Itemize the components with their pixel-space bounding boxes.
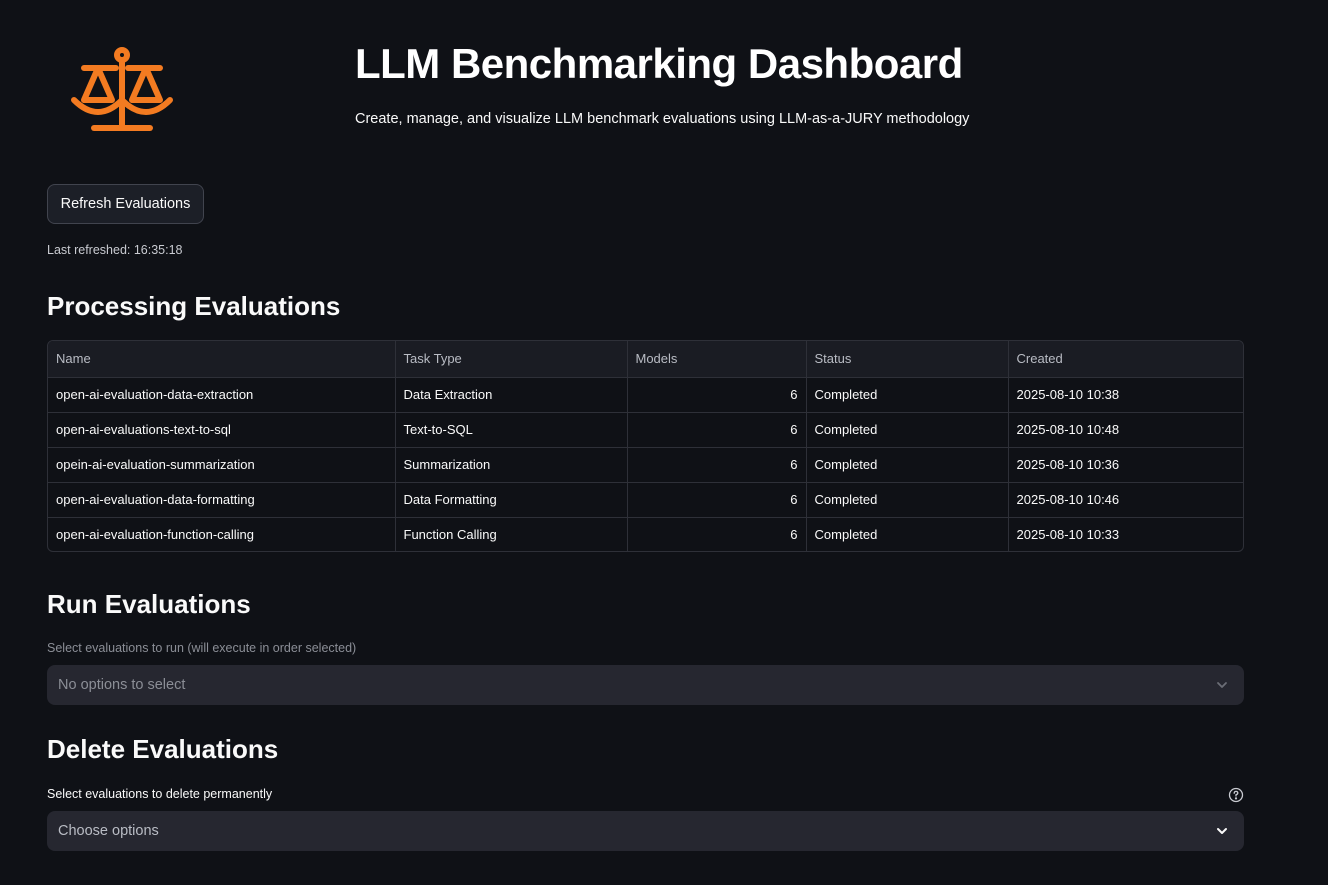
cell-created[interactable]: 2025-08-10 10:46	[1008, 482, 1243, 518]
cell-created[interactable]: 2025-08-10 10:36	[1008, 447, 1243, 483]
table-row[interactable]: open-ai-evaluation-function-calling Func…	[48, 517, 1243, 551]
cell-status[interactable]: Completed	[806, 482, 1009, 518]
run-evaluations-select[interactable]: No options to select	[47, 665, 1244, 705]
processing-evaluations-heading: Processing Evaluations	[47, 291, 341, 321]
cell-models[interactable]: 6	[627, 447, 807, 483]
cell-created[interactable]: 2025-08-10 10:48	[1008, 412, 1243, 448]
chevron-down-icon	[1217, 682, 1227, 688]
evaluations-table[interactable]: Name Task Type Models Status Created ope…	[47, 340, 1244, 552]
page-subtitle: Create, manage, and visualize LLM benchm…	[355, 111, 970, 127]
cell-task-type[interactable]: Text-to-SQL	[395, 412, 628, 448]
run-select-label: Select evaluations to run (will execute …	[47, 641, 357, 655]
cell-models[interactable]: 6	[627, 377, 807, 413]
table-row[interactable]: open-ai-evaluation-data-extraction Data …	[48, 377, 1243, 413]
cell-created[interactable]: 2025-08-10 10:38	[1008, 377, 1243, 413]
cell-name[interactable]: open-ai-evaluation-data-extraction	[48, 377, 396, 413]
cell-name[interactable]: opein-ai-evaluation-summarization	[48, 447, 396, 483]
table-row[interactable]: open-ai-evaluation-data-formatting Data …	[48, 482, 1243, 518]
run-select-placeholder: No options to select	[58, 677, 186, 693]
cell-status[interactable]: Completed	[806, 517, 1009, 551]
cell-status[interactable]: Completed	[806, 447, 1009, 483]
cell-status[interactable]: Completed	[806, 377, 1009, 413]
table-header-row: Name Task Type Models Status Created	[48, 341, 1243, 378]
cell-task-type[interactable]: Summarization	[395, 447, 628, 483]
column-header-created[interactable]: Created	[1008, 341, 1243, 378]
cell-name[interactable]: open-ai-evaluation-data-formatting	[48, 482, 396, 518]
help-icon[interactable]	[1228, 787, 1244, 803]
cell-models[interactable]: 6	[627, 517, 807, 551]
cell-models[interactable]: 6	[627, 482, 807, 518]
cell-task-type[interactable]: Data Formatting	[395, 482, 628, 518]
table-row[interactable]: opein-ai-evaluation-summarization Summar…	[48, 447, 1243, 483]
refresh-evaluations-button[interactable]: Refresh Evaluations	[47, 184, 204, 224]
run-evaluations-heading: Run Evaluations	[47, 589, 251, 619]
cell-task-type[interactable]: Data Extraction	[395, 377, 628, 413]
cell-status[interactable]: Completed	[806, 412, 1009, 448]
column-header-name[interactable]: Name	[48, 341, 396, 378]
delete-evaluations-select[interactable]: Choose options	[47, 811, 1244, 851]
column-header-status[interactable]: Status	[806, 341, 1009, 378]
cell-models[interactable]: 6	[627, 412, 807, 448]
delete-select-placeholder: Choose options	[58, 823, 159, 839]
cell-name[interactable]: open-ai-evaluation-function-calling	[48, 517, 396, 551]
dashboard-page: LLM Benchmarking Dashboard Create, manag…	[0, 0, 1328, 885]
delete-select-label: Select evaluations to delete permanently	[47, 787, 273, 801]
column-header-models[interactable]: Models	[627, 341, 807, 378]
column-header-task-type[interactable]: Task Type	[395, 341, 628, 378]
table-row[interactable]: open-ai-evaluations-text-to-sql Text-to-…	[48, 412, 1243, 448]
chevron-down-icon	[1217, 828, 1227, 834]
cell-name[interactable]: open-ai-evaluations-text-to-sql	[48, 412, 396, 448]
cell-task-type[interactable]: Function Calling	[395, 517, 628, 551]
cell-created[interactable]: 2025-08-10 10:33	[1008, 517, 1243, 551]
page-title: LLM Benchmarking Dashboard	[355, 40, 963, 87]
last-refreshed-text: Last refreshed: 16:35:18	[47, 243, 183, 257]
delete-evaluations-heading: Delete Evaluations	[47, 734, 279, 764]
balance-scale-icon	[71, 47, 173, 131]
